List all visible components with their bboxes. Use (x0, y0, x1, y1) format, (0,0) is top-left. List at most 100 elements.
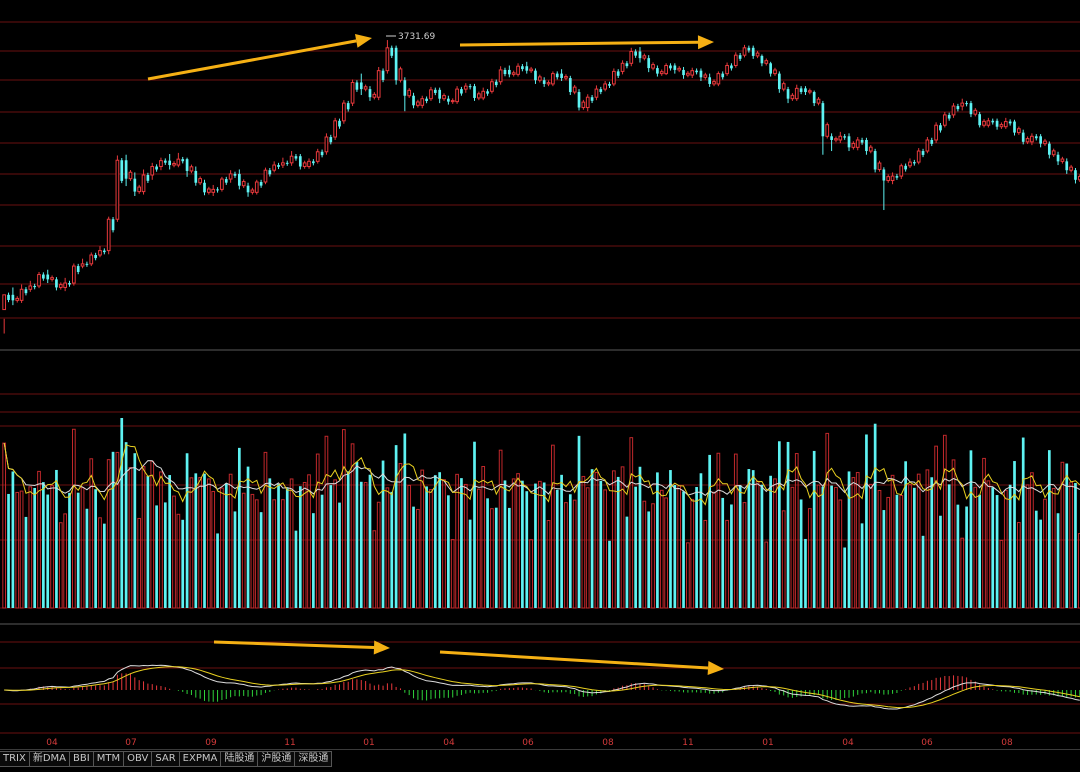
candle-body-up (712, 81, 716, 85)
candle-body-up (429, 89, 433, 100)
volume-bar-down (599, 480, 603, 608)
candle-body-up (477, 93, 481, 99)
volume-bar-down (11, 471, 15, 608)
volume-bar-up (886, 496, 891, 609)
candle-body-down (359, 82, 363, 90)
candle-body-down (708, 77, 712, 84)
candle-body-up (537, 76, 542, 81)
candle-body-up (1051, 150, 1056, 156)
volume-bar-up (350, 443, 355, 609)
candle-body-up (372, 93, 377, 98)
candle-body-down (695, 70, 698, 73)
x-axis-label: 01 (363, 738, 374, 748)
candle-body-up (572, 86, 577, 93)
candlestick-series[interactable] (2, 40, 1080, 334)
tab-mtm[interactable]: MTM (93, 751, 125, 767)
tab-hugutong[interactable]: 沪股通 (258, 751, 296, 767)
volume-bar-up (172, 495, 176, 609)
volume-bar-up (137, 517, 142, 609)
tab-obv[interactable]: OBV (124, 751, 153, 767)
candle-body-down (46, 274, 50, 280)
candle-body-down (33, 285, 37, 288)
volume-bar-up (98, 517, 102, 609)
candle-body-up (703, 74, 708, 78)
candle-body-down (438, 89, 442, 99)
volume-bars[interactable] (2, 418, 1080, 609)
arrow-head (355, 33, 372, 48)
candle-body-up (1030, 135, 1034, 143)
volume-bar-down (542, 482, 546, 608)
candle-body-down (721, 73, 725, 78)
volume-bar-up (642, 500, 647, 609)
candle-body-up (620, 62, 625, 72)
candle-body-down (203, 182, 206, 193)
volume-bar-up (511, 478, 516, 609)
candle-body-up (551, 73, 555, 85)
candle-body-up (733, 54, 738, 67)
volume-bar-down (830, 485, 833, 608)
macd-histogram[interactable] (4, 673, 1080, 702)
volume-bar-down (368, 474, 372, 608)
candle-body-down (1034, 136, 1038, 139)
tab-expma[interactable]: EXPMA (179, 751, 222, 767)
tab-shengutong[interactable]: 深股通 (295, 751, 333, 767)
stock-chart[interactable]: 3731.69 04 07 09 11 01 04 06 08 11 01 04 06 08 (0, 0, 1080, 749)
candle-body-up (398, 68, 403, 81)
volume-bar-up (951, 459, 956, 609)
candle-body-up (228, 173, 233, 180)
candle-body-down (194, 170, 198, 183)
volume-bar-down (721, 497, 725, 608)
candle-body-up (207, 188, 211, 193)
candle-body-down (277, 165, 280, 167)
tab-sar[interactable]: SAR (152, 751, 180, 767)
volume-bar-down (847, 471, 851, 608)
volume-bar-up (2, 442, 7, 609)
volume-bar-up (755, 480, 760, 609)
volume-bar-up (176, 513, 181, 609)
volume-bar-down (24, 516, 28, 608)
volume-bar-up (790, 486, 795, 609)
tab-new-dma[interactable]: 新DMA (29, 751, 71, 767)
volume-bar-up (1051, 487, 1056, 609)
volume-bar-down (294, 530, 298, 608)
volume-bar-up (773, 478, 777, 609)
volume-bar-down (777, 441, 781, 608)
volume-bar-down (403, 433, 407, 608)
volume-bar-down (673, 484, 677, 608)
candle-body-down (163, 160, 167, 163)
candle-body-up (603, 83, 607, 90)
candle-body-down (760, 55, 764, 64)
candle-body-up (1017, 128, 1021, 134)
candle-body-down (786, 89, 790, 99)
candle-body-up (159, 160, 163, 168)
arrow-head (373, 640, 390, 655)
volume-bar-down (590, 469, 594, 608)
volume-bar-up (546, 520, 551, 609)
volume-bar-down (747, 469, 751, 608)
volume-bar-down (268, 478, 272, 608)
volume-bar-down (7, 493, 10, 608)
tab-lugutong[interactable]: 陆股通 (221, 751, 259, 767)
candle-body-down (237, 173, 241, 186)
volume-bar-down (433, 475, 437, 608)
volume-bar-up (80, 487, 85, 609)
arrow-shaft (147, 39, 357, 81)
volume-bar-up (106, 459, 111, 609)
tab-trix[interactable]: TRIX (0, 751, 30, 767)
candle-body-up (825, 124, 830, 137)
volume-bar-down (965, 506, 968, 608)
volume-bar-down (1021, 437, 1025, 608)
volume-bar-up (781, 510, 786, 609)
candle-body-down (433, 89, 437, 93)
candle-body-up (942, 114, 947, 126)
candle-body-down (55, 279, 58, 288)
candle-body-up (742, 47, 747, 56)
candle-body-up (141, 174, 146, 193)
tab-bbi[interactable]: BBI (70, 751, 94, 767)
volume-bar-down (390, 491, 394, 608)
volume-bar-down (33, 487, 37, 608)
candle-body-down (24, 289, 28, 294)
volume-bar-down (638, 466, 642, 608)
candle-body-down (843, 136, 847, 138)
candle-body-up (1025, 138, 1030, 143)
